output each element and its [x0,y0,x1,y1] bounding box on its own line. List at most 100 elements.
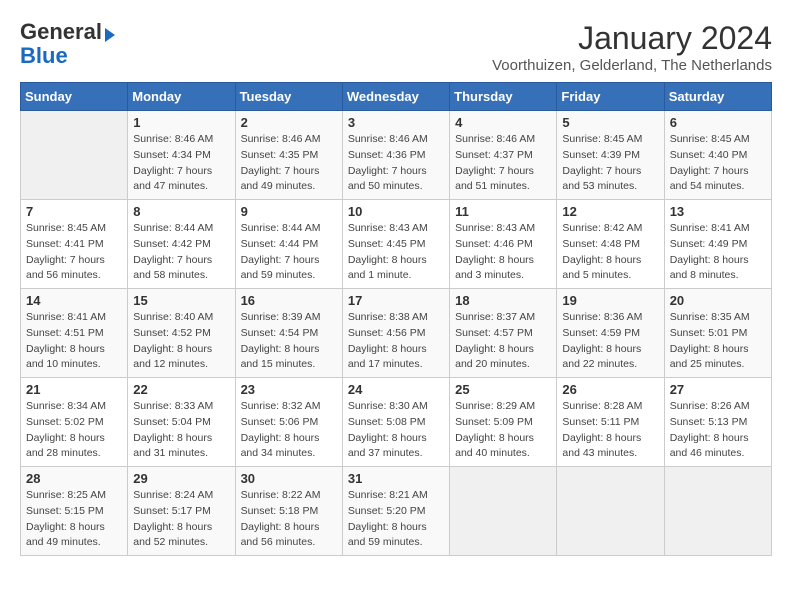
day-number: 5 [562,115,658,130]
day-detail: Sunrise: 8:37 AM Sunset: 4:57 PM Dayligh… [455,310,551,373]
sunrise-text: Sunrise: 8:43 AM [455,222,535,234]
table-row: 4 Sunrise: 8:46 AM Sunset: 4:37 PM Dayli… [450,111,557,200]
day-number: 7 [26,204,122,219]
sunset-text: Sunset: 5:09 PM [455,416,533,428]
daylight-text: Daylight: 8 hours and 46 minutes. [670,432,749,460]
sunrise-text: Sunrise: 8:39 AM [241,311,321,323]
sunrise-text: Sunrise: 8:38 AM [348,311,428,323]
table-row: 13 Sunrise: 8:41 AM Sunset: 4:49 PM Dayl… [664,200,771,289]
table-row: 20 Sunrise: 8:35 AM Sunset: 5:01 PM Dayl… [664,289,771,378]
table-row: 16 Sunrise: 8:39 AM Sunset: 4:54 PM Dayl… [235,289,342,378]
day-number: 27 [670,382,766,397]
table-row: 8 Sunrise: 8:44 AM Sunset: 4:42 PM Dayli… [128,200,235,289]
sunset-text: Sunset: 5:06 PM [241,416,319,428]
day-number: 19 [562,293,658,308]
day-number: 11 [455,204,551,219]
daylight-text: Daylight: 8 hours and 52 minutes. [133,521,212,549]
day-detail: Sunrise: 8:45 AM Sunset: 4:39 PM Dayligh… [562,132,658,195]
sunrise-text: Sunrise: 8:34 AM [26,400,106,412]
day-number: 14 [26,293,122,308]
sunset-text: Sunset: 5:20 PM [348,505,426,517]
table-row: 5 Sunrise: 8:45 AM Sunset: 4:39 PM Dayli… [557,111,664,200]
day-detail: Sunrise: 8:30 AM Sunset: 5:08 PM Dayligh… [348,399,444,462]
day-number: 17 [348,293,444,308]
day-number: 6 [670,115,766,130]
sunset-text: Sunset: 5:17 PM [133,505,211,517]
day-number: 10 [348,204,444,219]
daylight-text: Daylight: 8 hours and 40 minutes. [455,432,534,460]
day-number: 1 [133,115,229,130]
day-number: 16 [241,293,337,308]
day-detail: Sunrise: 8:41 AM Sunset: 4:51 PM Dayligh… [26,310,122,373]
daylight-text: Daylight: 8 hours and 1 minute. [348,254,427,282]
sunrise-text: Sunrise: 8:44 AM [133,222,213,234]
daylight-text: Daylight: 7 hours and 49 minutes. [241,165,320,193]
sunrise-text: Sunrise: 8:29 AM [455,400,535,412]
day-number: 22 [133,382,229,397]
sunset-text: Sunset: 4:57 PM [455,327,533,339]
table-row: 27 Sunrise: 8:26 AM Sunset: 5:13 PM Dayl… [664,378,771,467]
table-row: 12 Sunrise: 8:42 AM Sunset: 4:48 PM Dayl… [557,200,664,289]
sunrise-text: Sunrise: 8:42 AM [562,222,642,234]
day-detail: Sunrise: 8:40 AM Sunset: 4:52 PM Dayligh… [133,310,229,373]
sunrise-text: Sunrise: 8:28 AM [562,400,642,412]
daylight-text: Daylight: 7 hours and 56 minutes. [26,254,105,282]
sunset-text: Sunset: 5:01 PM [670,327,748,339]
day-number: 15 [133,293,229,308]
daylight-text: Daylight: 8 hours and 56 minutes. [241,521,320,549]
daylight-text: Daylight: 8 hours and 34 minutes. [241,432,320,460]
table-row: 18 Sunrise: 8:37 AM Sunset: 4:57 PM Dayl… [450,289,557,378]
daylight-text: Daylight: 7 hours and 59 minutes. [241,254,320,282]
day-number: 24 [348,382,444,397]
sunrise-text: Sunrise: 8:35 AM [670,311,750,323]
day-detail: Sunrise: 8:46 AM Sunset: 4:36 PM Dayligh… [348,132,444,195]
sunset-text: Sunset: 4:36 PM [348,149,426,161]
table-row: 30 Sunrise: 8:22 AM Sunset: 5:18 PM Dayl… [235,467,342,556]
table-row: 31 Sunrise: 8:21 AM Sunset: 5:20 PM Dayl… [342,467,449,556]
calendar-week-row: 7 Sunrise: 8:45 AM Sunset: 4:41 PM Dayli… [21,200,772,289]
table-row: 25 Sunrise: 8:29 AM Sunset: 5:09 PM Dayl… [450,378,557,467]
month-title: January 2024 [492,20,772,57]
logo: General Blue [20,20,115,68]
sunset-text: Sunset: 5:02 PM [26,416,104,428]
daylight-text: Daylight: 8 hours and 59 minutes. [348,521,427,549]
sunrise-text: Sunrise: 8:37 AM [455,311,535,323]
sunset-text: Sunset: 4:39 PM [562,149,640,161]
day-detail: Sunrise: 8:21 AM Sunset: 5:20 PM Dayligh… [348,488,444,551]
sunset-text: Sunset: 4:54 PM [241,327,319,339]
day-detail: Sunrise: 8:46 AM Sunset: 4:37 PM Dayligh… [455,132,551,195]
logo-general: General [20,19,102,44]
sunrise-text: Sunrise: 8:45 AM [562,133,642,145]
sunrise-text: Sunrise: 8:45 AM [670,133,750,145]
sunset-text: Sunset: 4:35 PM [241,149,319,161]
header-thursday: Thursday [450,83,557,111]
sunset-text: Sunset: 4:59 PM [562,327,640,339]
logo-triangle [105,28,115,42]
day-detail: Sunrise: 8:45 AM Sunset: 4:41 PM Dayligh… [26,221,122,284]
day-number: 20 [670,293,766,308]
sunset-text: Sunset: 4:56 PM [348,327,426,339]
table-row: 19 Sunrise: 8:36 AM Sunset: 4:59 PM Dayl… [557,289,664,378]
daylight-text: Daylight: 8 hours and 17 minutes. [348,343,427,371]
day-detail: Sunrise: 8:45 AM Sunset: 4:40 PM Dayligh… [670,132,766,195]
table-row: 17 Sunrise: 8:38 AM Sunset: 4:56 PM Dayl… [342,289,449,378]
sunset-text: Sunset: 4:48 PM [562,238,640,250]
calendar-table: Sunday Monday Tuesday Wednesday Thursday… [20,82,772,556]
day-detail: Sunrise: 8:33 AM Sunset: 5:04 PM Dayligh… [133,399,229,462]
daylight-text: Daylight: 8 hours and 12 minutes. [133,343,212,371]
sunrise-text: Sunrise: 8:41 AM [26,311,106,323]
day-number: 30 [241,471,337,486]
sunrise-text: Sunrise: 8:46 AM [348,133,428,145]
table-row [557,467,664,556]
sunrise-text: Sunrise: 8:22 AM [241,489,321,501]
daylight-text: Daylight: 8 hours and 37 minutes. [348,432,427,460]
sunset-text: Sunset: 4:40 PM [670,149,748,161]
day-detail: Sunrise: 8:34 AM Sunset: 5:02 PM Dayligh… [26,399,122,462]
sunset-text: Sunset: 5:04 PM [133,416,211,428]
daylight-text: Daylight: 8 hours and 28 minutes. [26,432,105,460]
table-row: 3 Sunrise: 8:46 AM Sunset: 4:36 PM Dayli… [342,111,449,200]
sunset-text: Sunset: 4:46 PM [455,238,533,250]
sunset-text: Sunset: 5:15 PM [26,505,104,517]
sunset-text: Sunset: 4:44 PM [241,238,319,250]
sunset-text: Sunset: 5:13 PM [670,416,748,428]
